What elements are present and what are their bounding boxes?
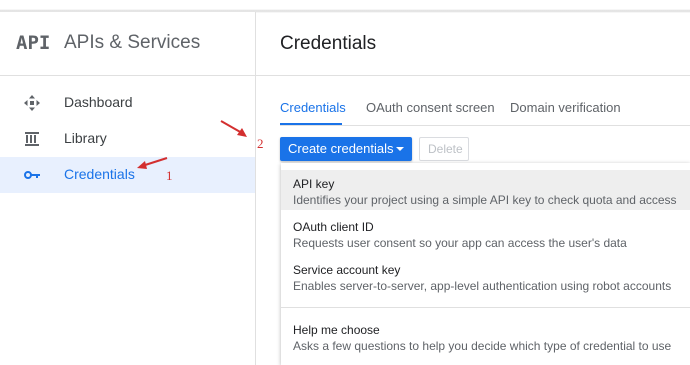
sidebar-header: API APIs & Services bbox=[0, 12, 255, 76]
delete-label: Delete bbox=[428, 142, 463, 156]
tab-domain-verification[interactable]: Domain verification bbox=[510, 100, 621, 115]
delete-button[interactable]: Delete bbox=[419, 137, 469, 161]
create-credentials-menu: API key Identifies your project using a … bbox=[281, 163, 690, 365]
menu-item-description: Requests user consent so your app can ac… bbox=[293, 236, 627, 250]
menu-item-title: Help me choose bbox=[293, 323, 380, 337]
menu-divider bbox=[281, 307, 690, 308]
create-credentials-label: Create credentials bbox=[288, 141, 394, 156]
annotation-number-1: 1 bbox=[166, 168, 173, 183]
sidebar-item-label: Dashboard bbox=[64, 94, 133, 110]
menu-item-title: OAuth client ID bbox=[293, 220, 374, 234]
annotation-arrow-1 bbox=[137, 157, 168, 169]
menu-item-oauth-client-id[interactable]: OAuth client ID Requests user consent so… bbox=[281, 213, 690, 253]
sidebar-item-library[interactable]: Library bbox=[0, 121, 255, 157]
sidebar-item-credentials[interactable]: Credentials bbox=[0, 157, 255, 193]
menu-item-description: Asks a few questions to help you decide … bbox=[293, 339, 672, 353]
header-divider bbox=[256, 75, 690, 76]
api-logo: API bbox=[16, 32, 51, 54]
menu-item-help-me-choose[interactable]: Help me choose Asks a few questions to h… bbox=[281, 316, 690, 356]
page-title: Credentials bbox=[280, 33, 377, 54]
sidebar-title[interactable]: APIs & Services bbox=[64, 32, 200, 54]
caret-down-icon bbox=[396, 147, 404, 151]
sidebar: API APIs & Services Dashboard Library Cr… bbox=[0, 12, 256, 365]
library-icon bbox=[25, 132, 39, 146]
menu-item-service-account-key[interactable]: Service account key Enables server-to-se… bbox=[281, 256, 690, 296]
menu-item-description: Identifies your project using a simple A… bbox=[293, 193, 677, 207]
sidebar-item-dashboard[interactable]: Dashboard bbox=[0, 85, 255, 121]
create-credentials-button[interactable]: Create credentials bbox=[280, 137, 412, 161]
menu-item-title: API key bbox=[293, 177, 335, 191]
menu-item-title: Service account key bbox=[293, 263, 401, 277]
sidebar-item-label: Library bbox=[64, 130, 107, 146]
menu-item-api-key[interactable]: API key Identifies your project using a … bbox=[281, 170, 690, 210]
tabs-divider bbox=[280, 125, 690, 126]
tab-oauth-consent-screen[interactable]: OAuth consent screen bbox=[366, 100, 495, 115]
annotation-number-2: 2 bbox=[257, 136, 264, 151]
tab-credentials[interactable]: Credentials bbox=[280, 100, 346, 115]
annotation-arrow-2 bbox=[220, 120, 247, 137]
sidebar-item-label: Credentials bbox=[64, 166, 135, 182]
key-icon bbox=[24, 171, 40, 179]
dashboard-icon bbox=[24, 95, 40, 111]
menu-item-description: Enables server-to-server, app-level auth… bbox=[293, 279, 672, 293]
